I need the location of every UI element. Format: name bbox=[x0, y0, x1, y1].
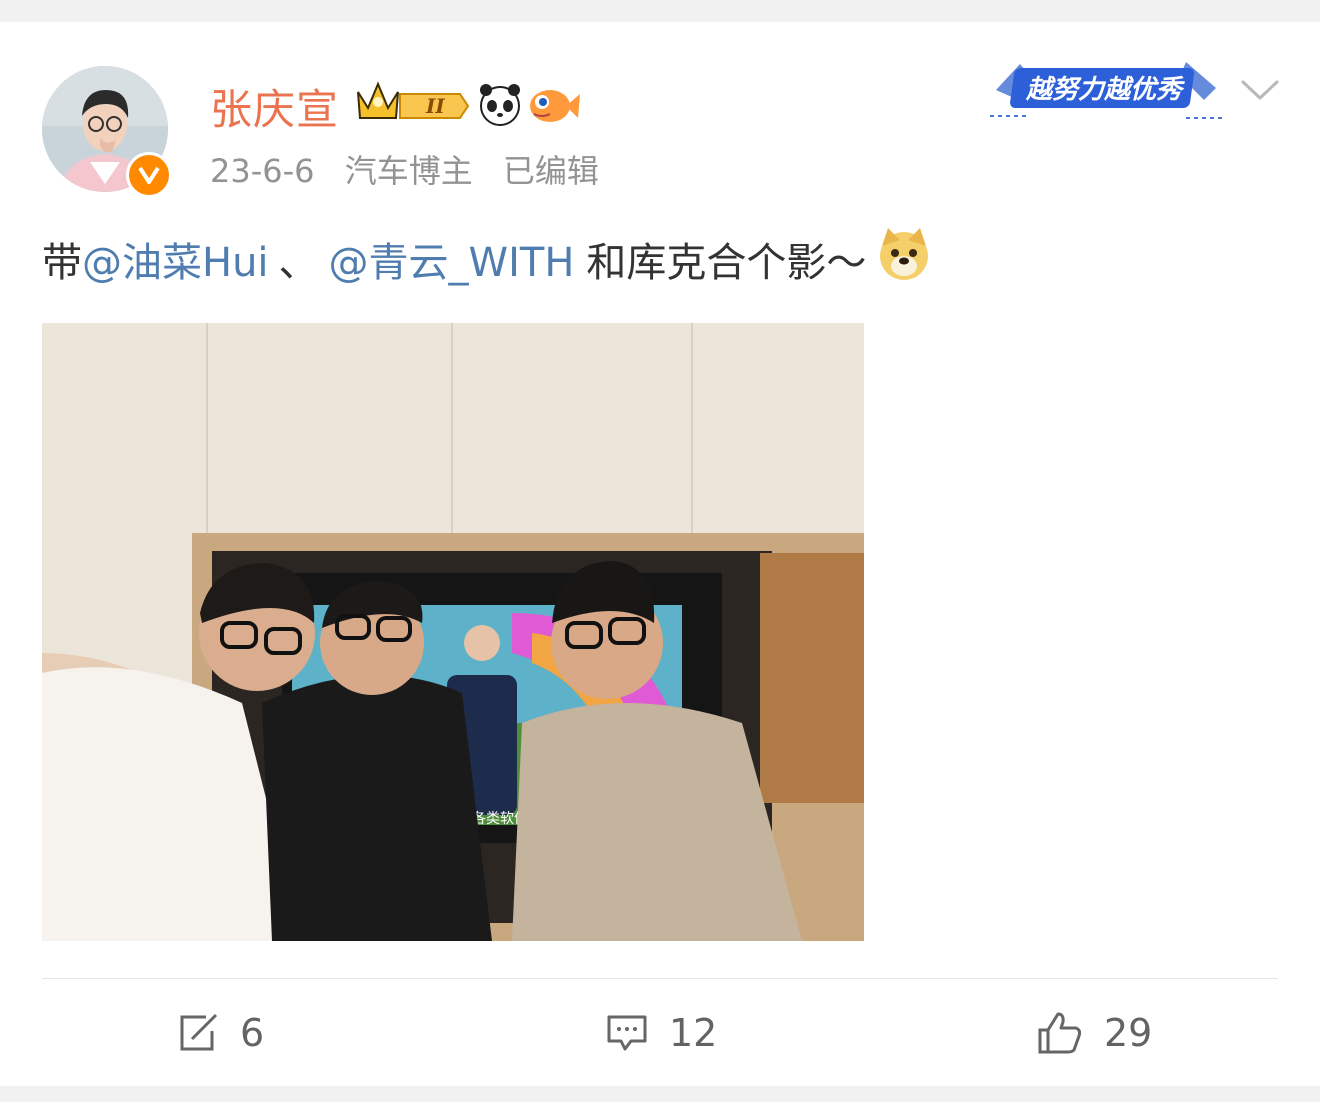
repost-icon bbox=[180, 1013, 218, 1051]
post-text: 带 @油菜Hui 、 @青云_WITH 和库克合个影～ bbox=[42, 226, 932, 292]
panda-icon bbox=[480, 84, 520, 126]
author-name[interactable]: 张庆宣 bbox=[210, 76, 339, 137]
post-date: 23-6-6 bbox=[210, 152, 315, 190]
comment-icon bbox=[607, 1015, 647, 1051]
promo-text: 越努力越优秀 bbox=[1025, 75, 1185, 105]
fish-icon bbox=[530, 90, 580, 122]
repost-count: 6 bbox=[240, 1011, 265, 1055]
comment-count: 12 bbox=[669, 1011, 718, 1055]
mention-link-1[interactable]: @油菜Hui bbox=[82, 230, 269, 288]
promo-badge[interactable]: 越努力越优秀 bbox=[990, 46, 1226, 130]
crown-icon bbox=[357, 81, 399, 119]
verified-badge-icon bbox=[126, 152, 172, 198]
post-photo[interactable]: 各类软件 bbox=[42, 323, 864, 941]
comment-button[interactable]: 12 bbox=[605, 1008, 717, 1058]
mention-link-2[interactable]: @青云_WITH bbox=[329, 230, 575, 288]
text-separator: 、 bbox=[278, 240, 319, 286]
post-card: 张庆宣 II 23-6-6 汽车博主 已编辑 越努力越优秀 带 @油菜Hui 、… bbox=[0, 22, 1320, 1086]
text-suffix: 和库克合个影～ bbox=[586, 240, 867, 286]
user-badges: II bbox=[356, 78, 596, 128]
like-count: 29 bbox=[1104, 1011, 1153, 1055]
level-text: II bbox=[425, 94, 445, 118]
thumbs-up-icon bbox=[1038, 1012, 1082, 1054]
author-tag[interactable]: 汽车博主 bbox=[345, 152, 473, 190]
action-divider bbox=[42, 978, 1278, 979]
edited-label[interactable]: 已编辑 bbox=[503, 152, 599, 190]
post-meta: 23-6-6 汽车博主 已编辑 bbox=[210, 146, 619, 192]
doge-emoji-icon bbox=[876, 226, 932, 292]
text-prefix: 带 bbox=[42, 240, 82, 286]
repost-button[interactable]: 6 bbox=[176, 1008, 264, 1058]
like-button[interactable]: 29 bbox=[1036, 1008, 1152, 1058]
chevron-down-icon[interactable] bbox=[1240, 78, 1280, 106]
